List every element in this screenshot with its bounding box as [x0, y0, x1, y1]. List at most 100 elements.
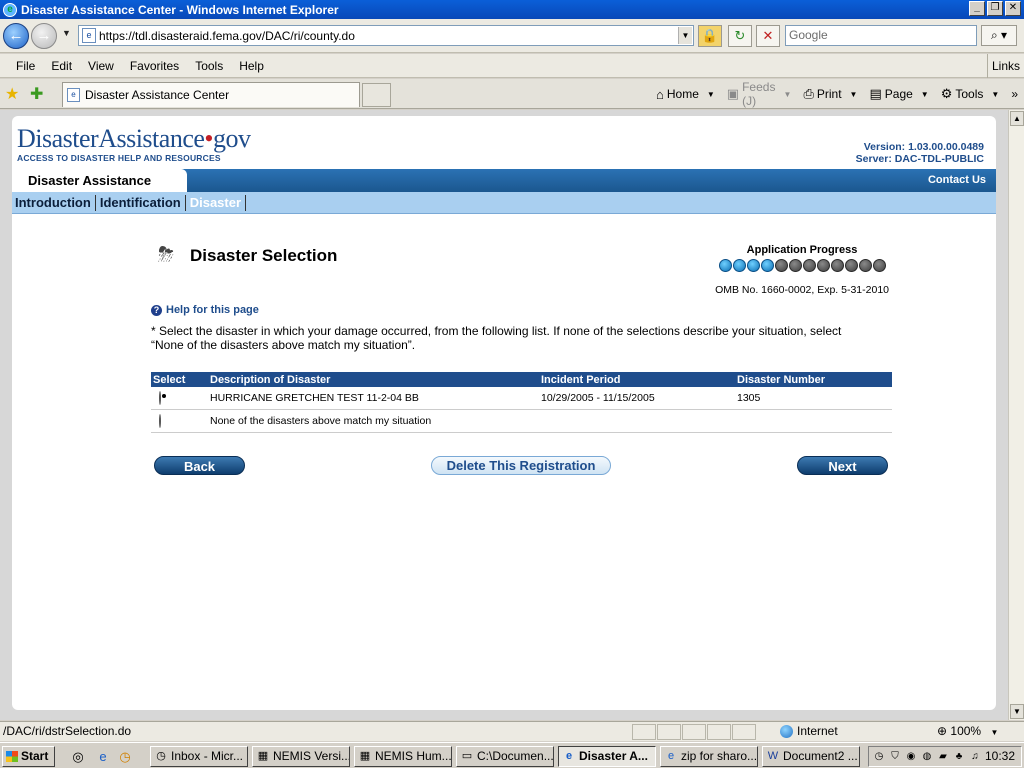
folder-icon: ▭ — [461, 750, 473, 762]
taskbar-item-nemis-human[interactable]: ▦ NEMIS Hum... — [354, 746, 452, 767]
tray-volume-icon[interactable]: ♫ — [968, 750, 982, 764]
scroll-up-icon[interactable]: ▲ — [1010, 111, 1024, 126]
taskbar-item-documents[interactable]: ▭ C:\Documen... — [456, 746, 554, 767]
progress-dot-pending — [844, 259, 858, 272]
new-tab-button[interactable] — [362, 83, 391, 107]
favorites-star-icon[interactable]: ★ — [5, 84, 19, 104]
feeds-button[interactable]: ▣ Feeds (J) ▼ — [721, 80, 798, 108]
tray-disk-icon[interactable]: ◍ — [920, 750, 934, 764]
zoom-control[interactable]: ⊕ 100% ▼ — [937, 724, 998, 738]
progress-dot-pending — [802, 259, 816, 272]
search-button[interactable]: ⌕ ▾ — [981, 25, 1017, 46]
add-favorite-icon[interactable]: ✚ — [30, 84, 43, 104]
progress-dot-complete — [732, 259, 746, 272]
gear-icon: ⚙ — [940, 86, 953, 101]
storm-cloud-icon: ⛈ — [158, 244, 174, 266]
maximize-button[interactable]: ❐ — [987, 1, 1003, 16]
table-header: Select Description of Disaster Incident … — [151, 372, 892, 387]
version-text: Version: 1.03.00.00.0489 — [863, 141, 984, 153]
tools-menu-button[interactable]: ⚙ Tools ▼ — [935, 86, 1006, 102]
outlook-quicklaunch-icon[interactable]: ◎ — [70, 749, 86, 765]
nemis-icon: ▦ — [257, 750, 269, 762]
nav-introduction[interactable]: Introduction — [12, 194, 96, 211]
tray-nvidia-icon[interactable]: ▰ — [936, 750, 950, 764]
ie-icon: e — [3, 2, 17, 17]
site-logo[interactable]: DisasterAssistance•gov ACCESS TO DISASTE… — [12, 116, 257, 164]
ie-quicklaunch-icon[interactable]: e — [95, 749, 111, 765]
page-menu-button[interactable]: ▤ Page ▼ — [863, 86, 934, 102]
menu-favorites[interactable]: Favorites — [122, 59, 187, 73]
links-toolbar[interactable]: Links — [986, 54, 1024, 78]
taskbar-item-nemis-version[interactable]: ▦ NEMIS Versi... — [252, 746, 350, 767]
start-button[interactable]: Start — [2, 746, 55, 767]
progress-dot-complete — [760, 259, 774, 272]
address-bar[interactable]: e https://tdl.disasteraid.fema.gov/DAC/r… — [78, 25, 694, 46]
refresh-icon[interactable]: ↻ — [728, 25, 752, 47]
window-title: Disaster Assistance Center - Windows Int… — [21, 2, 339, 17]
history-dropdown-icon[interactable]: ▼ — [62, 28, 71, 38]
progress-dot-complete — [718, 259, 732, 272]
tray-shield-icon[interactable]: ⛉ — [888, 750, 902, 764]
help-link[interactable]: ? Help for this page — [151, 304, 259, 316]
next-button[interactable]: Next — [797, 456, 888, 475]
progress-title: Application Progress — [746, 244, 858, 256]
col-select: Select — [153, 373, 186, 386]
menu-view[interactable]: View — [80, 59, 122, 73]
back-nav-button[interactable]: ← — [3, 23, 29, 49]
taskbar-item-inbox[interactable]: ◷ Inbox - Micr... — [150, 746, 248, 767]
contact-us-link[interactable]: Contact Us — [928, 174, 986, 186]
progress-dot-pending — [830, 259, 844, 272]
stop-icon[interactable]: ✕ — [756, 25, 780, 47]
scroll-down-icon[interactable]: ▼ — [1010, 704, 1024, 719]
address-dropdown-icon[interactable]: ▼ — [678, 27, 692, 44]
security-zone[interactable]: Internet — [780, 724, 838, 738]
menu-file[interactable]: File — [8, 59, 43, 73]
instructions: * Select the disaster in which your dama… — [151, 324, 842, 352]
address-url: https://tdl.disasteraid.fema.gov/DAC/ri/… — [99, 28, 355, 43]
delete-registration-button[interactable]: Delete This Registration — [431, 456, 611, 475]
disaster-description: None of the disasters above match my sit… — [210, 415, 432, 427]
globe-icon — [780, 724, 793, 738]
menu-edit[interactable]: Edit — [43, 59, 80, 73]
back-button[interactable]: Back — [154, 456, 245, 475]
page-icon: ▤ — [869, 86, 882, 101]
chevron-down-icon: ▼ — [990, 728, 999, 737]
forward-nav-button[interactable]: → — [31, 23, 57, 49]
taskbar-item-zip[interactable]: e zip for sharo... — [660, 746, 758, 767]
page-icon: e — [67, 88, 80, 102]
taskbar-item-disaster-assistance[interactable]: e Disaster A... — [558, 746, 656, 767]
printer-icon: ⎙ — [803, 86, 814, 101]
zone-label: Internet — [797, 724, 838, 738]
clock-quicklaunch-icon[interactable]: ◷ — [117, 749, 133, 765]
print-button[interactable]: ⎙ Print ▼ — [797, 86, 863, 102]
progress-dot-pending — [858, 259, 872, 272]
tray-clock: 10:32 — [984, 749, 1015, 763]
browser-tab[interactable]: e Disaster Assistance Center — [62, 82, 360, 107]
windows-logo-icon — [6, 751, 18, 762]
tray-network-icon[interactable]: ◉ — [904, 750, 918, 764]
search-input[interactable]: Google — [785, 25, 977, 46]
server-text: Server: DAC-TDL-PUBLIC — [855, 153, 984, 165]
progress-dots — [712, 259, 892, 272]
close-button[interactable]: ✕ — [1005, 1, 1021, 16]
minimize-button[interactable]: _ — [969, 1, 985, 16]
lock-icon[interactable]: 🔒 — [698, 25, 722, 47]
menu-tools[interactable]: Tools — [187, 59, 231, 73]
tab-title: Disaster Assistance Center — [85, 88, 230, 102]
omb-number: OMB No. 1660-0002, Exp. 5-31-2010 — [715, 284, 889, 296]
tray-clock-icon[interactable]: ◷ — [872, 750, 886, 764]
disaster-radio-none[interactable] — [159, 414, 161, 428]
status-text: /DAC/ri/dstrSelection.do — [3, 724, 132, 738]
page-icon: e — [82, 28, 96, 43]
home-button[interactable]: ⌂ Home ▼ — [650, 87, 721, 102]
disaster-radio-1[interactable] — [159, 391, 161, 405]
vertical-scrollbar[interactable]: ▲ ▼ — [1008, 110, 1024, 720]
menu-help[interactable]: Help — [231, 59, 272, 73]
application-progress: Application Progress — [712, 244, 892, 272]
chevron-down-icon: ▼ — [920, 89, 929, 99]
magnifier-icon: ⊕ — [937, 724, 948, 738]
toolbar-overflow-icon[interactable]: » — [1005, 87, 1024, 101]
taskbar-item-document2[interactable]: W Document2 ... — [762, 746, 860, 767]
nav-identification[interactable]: Identification — [96, 194, 186, 211]
tray-security-icon[interactable]: ♣ — [952, 750, 966, 764]
